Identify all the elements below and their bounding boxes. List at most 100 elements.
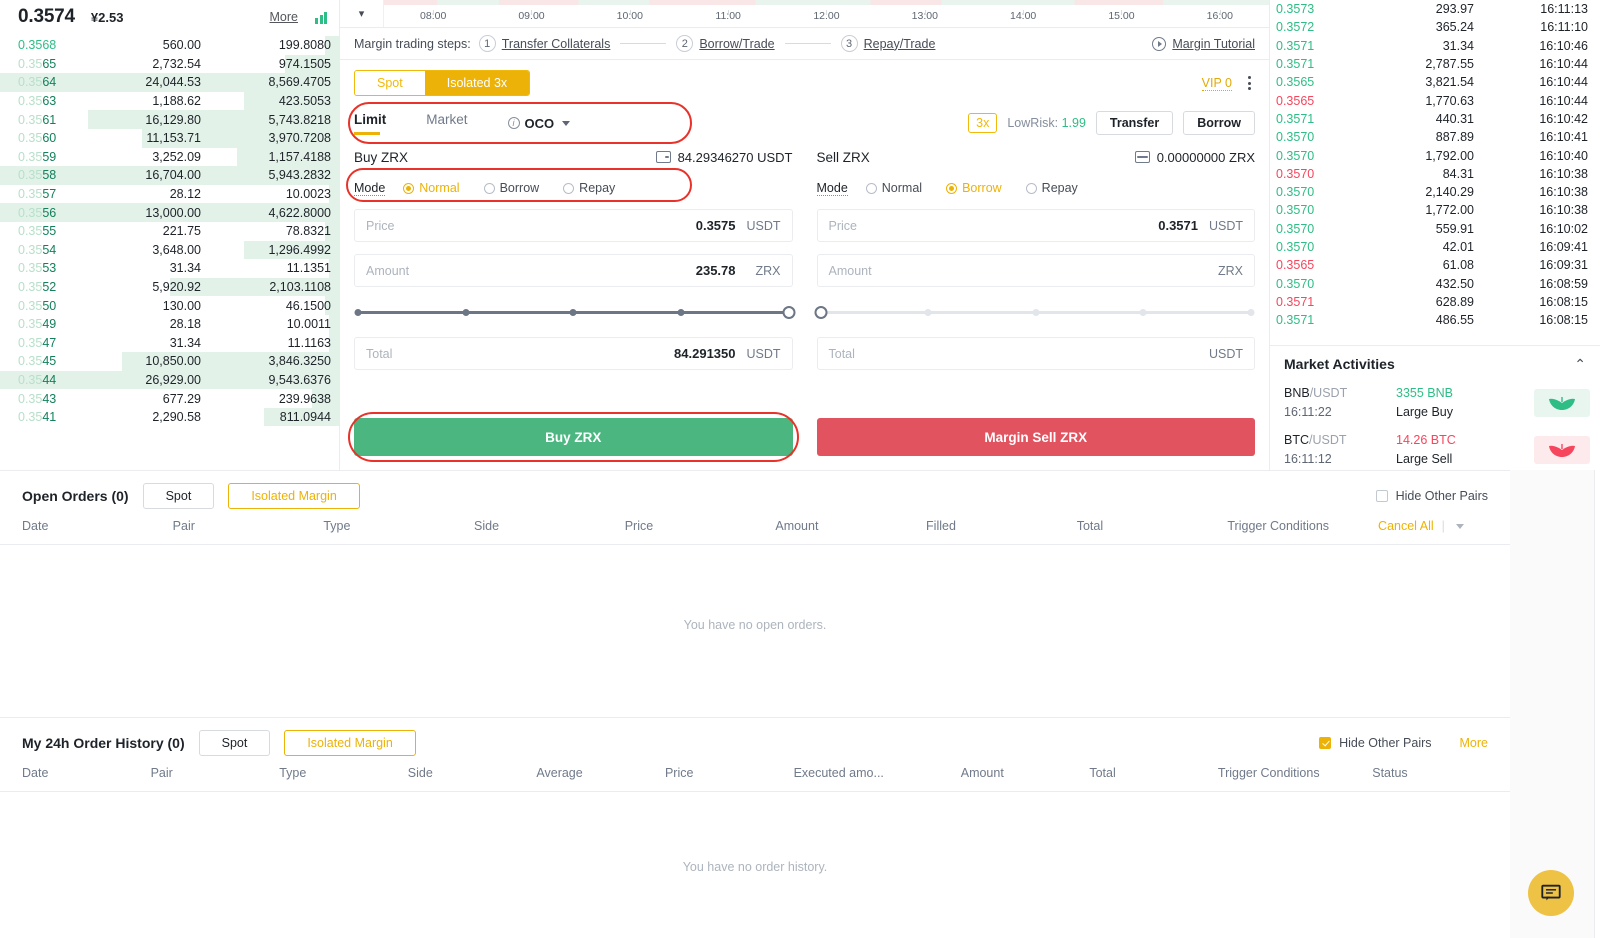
sell-balance: 0.00000000 ZRX <box>1134 150 1255 165</box>
slider-node-75[interactable] <box>1139 308 1147 316</box>
order-book-row[interactable]: 0.3541 2,290.58 811.0944 <box>0 407 339 427</box>
depth-chart-icon[interactable] <box>315 11 327 24</box>
slider-node-100[interactable] <box>1247 308 1255 316</box>
buy-total-field[interactable]: Total 84.291350 USDT <box>354 337 793 370</box>
order-book-row[interactable]: 0.3555 221.75 78.8321 <box>0 221 339 241</box>
order-book-row[interactable]: 0.3544 26,929.00 9,543.6376 <box>0 370 339 390</box>
trade-row[interactable]: 0.3571 2,787.55 16:10:44 <box>1270 55 1600 73</box>
buy-amount-slider[interactable] <box>354 299 795 325</box>
trade-row[interactable]: 0.3570 84.31 16:10:38 <box>1270 165 1600 183</box>
open-orders-tab-isolated-margin[interactable]: Isolated Margin <box>228 483 360 509</box>
order-book-row[interactable]: 0.3560 11,153.71 3,970.7208 <box>0 128 339 148</box>
vip-level[interactable]: VIP 0 <box>1201 76 1232 91</box>
step-link-repay-trade[interactable]: Repay/Trade <box>864 37 936 51</box>
order-book-row[interactable]: 0.3549 28.18 10.0011 <box>0 314 339 334</box>
buy-mode-normal[interactable]: Normal <box>403 181 460 195</box>
sell-mode-repay[interactable]: Repay <box>1025 181 1078 195</box>
trade-row[interactable]: 0.3565 61.08 16:09:31 <box>1270 256 1600 274</box>
tab-spot[interactable]: Spot <box>355 71 425 95</box>
more-options-icon[interactable] <box>1244 74 1255 92</box>
slider-node-25[interactable] <box>924 308 932 316</box>
sell-mode-normal[interactable]: Normal <box>865 181 922 195</box>
order-history-tab-spot[interactable]: Spot <box>198 730 271 756</box>
leverage-badge[interactable]: 3x <box>968 113 998 133</box>
transfer-button[interactable]: Transfer <box>1095 111 1174 135</box>
order-book-row[interactable]: 0.3568 560.00 199.8080 <box>0 36 339 55</box>
trade-row[interactable]: 0.3573 293.97 16:11:13 <box>1270 0 1600 18</box>
market-activity-row[interactable]: BNB/USDT 16:11:22 3355 BNB Large Buy <box>1270 380 1600 427</box>
order-book-row[interactable]: 0.3561 16,129.80 5,743.8218 <box>0 110 339 129</box>
trade-row[interactable]: 0.3565 3,821.54 16:10:44 <box>1270 73 1600 91</box>
order-book-row[interactable]: 0.3556 13,000.00 4,622.8000 <box>0 203 339 222</box>
slider-node-50[interactable] <box>1032 308 1040 316</box>
buy-submit-button[interactable]: Buy ZRX <box>354 418 793 456</box>
order-history-more-link[interactable]: More <box>1460 736 1488 750</box>
buy-price-field[interactable]: Price 0.3575 USDT <box>354 209 793 242</box>
order-book-row[interactable]: 0.3547 31.34 11.1163 <box>0 333 339 353</box>
market-activity-row[interactable]: BTC/USDT 16:11:12 14.26 BTC Large Sell <box>1270 427 1600 474</box>
sell-price-field[interactable]: Price 0.3571 USDT <box>816 209 1255 242</box>
order-history-tab-isolated-margin[interactable]: Isolated Margin <box>284 730 416 756</box>
sell-total-field[interactable]: Total USDT <box>816 337 1255 370</box>
borrow-button[interactable]: Borrow <box>1183 111 1255 135</box>
col-status: Status <box>1372 766 1408 780</box>
order-history-hide-other-pairs[interactable]: Hide Other Pairs <box>1319 736 1432 750</box>
market-mode-switch[interactable]: Spot Isolated 3x <box>354 70 531 96</box>
right-scrollbar[interactable] <box>1594 470 1600 938</box>
trade-row[interactable]: 0.3570 1,792.00 16:10:40 <box>1270 146 1600 164</box>
order-book-more-link[interactable]: More <box>270 10 298 24</box>
step-link-transfer-collaterals[interactable]: Transfer Collaterals <box>502 37 611 51</box>
order-book-row[interactable]: 0.3554 3,648.00 1,296.4992 <box>0 240 339 260</box>
order-book-row[interactable]: 0.3565 2,732.54 974.1505 <box>0 54 339 74</box>
step-link-borrow-trade[interactable]: Borrow/Trade <box>699 37 774 51</box>
order-book-row[interactable]: 0.3545 10,850.00 3,846.3250 <box>0 352 339 371</box>
slider-knob[interactable] <box>782 305 795 319</box>
trade-row[interactable]: 0.3570 887.89 16:10:41 <box>1270 128 1600 146</box>
chat-support-button[interactable] <box>1528 870 1574 916</box>
tab-oco[interactable]: i OCO <box>507 116 571 131</box>
chart-collapse-icon[interactable]: ▾ <box>340 0 384 27</box>
trade-row[interactable]: 0.3570 559.91 16:10:02 <box>1270 220 1600 238</box>
buy-amount-field[interactable]: Amount 235.78 ZRX <box>354 254 793 287</box>
collapse-icon[interactable]: ⌃ <box>1574 357 1586 371</box>
buy-mode-repay[interactable]: Repay <box>563 181 615 195</box>
order-book-row[interactable]: 0.3543 677.29 239.9638 <box>0 389 339 408</box>
trade-row[interactable]: 0.3572 365.24 16:11:10 <box>1270 18 1600 36</box>
tab-limit[interactable]: Limit <box>354 112 386 135</box>
trade-row[interactable]: 0.3565 1,770.63 16:10:44 <box>1270 91 1600 109</box>
slider-node-25[interactable] <box>462 308 470 316</box>
open-orders-hide-other-pairs[interactable]: Hide Other Pairs <box>1375 489 1488 503</box>
row-total: 5,743.8218 <box>268 112 331 127</box>
order-book-row[interactable]: 0.3558 16,704.00 5,943.2832 <box>0 166 339 185</box>
trade-row[interactable]: 0.3570 432.50 16:08:59 <box>1270 274 1600 292</box>
trade-row[interactable]: 0.3570 42.01 16:09:41 <box>1270 238 1600 256</box>
sell-submit-button[interactable]: Margin Sell ZRX <box>816 418 1255 456</box>
order-book-row[interactable]: 0.3557 28.12 10.0023 <box>0 184 339 204</box>
trade-row[interactable]: 0.3571 486.55 16:08:15 <box>1270 311 1600 329</box>
order-book-row[interactable]: 0.3552 5,920.92 2,103.1108 <box>0 277 339 297</box>
order-book-row[interactable]: 0.3564 24,044.53 8,569.4705 <box>0 73 339 92</box>
buy-mode-borrow[interactable]: Borrow <box>483 181 539 195</box>
open-orders-tab-spot[interactable]: Spot <box>142 483 215 509</box>
trade-row[interactable]: 0.3570 1,772.00 16:10:38 <box>1270 201 1600 219</box>
order-book-row[interactable]: 0.3553 31.34 11.1351 <box>0 259 339 278</box>
slider-node-75[interactable] <box>677 308 685 316</box>
margin-tutorial-link[interactable]: Margin Tutorial <box>1152 36 1255 51</box>
sell-amount-field[interactable]: Amount ZRX <box>816 254 1255 287</box>
tab-market[interactable]: Market <box>426 112 467 135</box>
sell-mode-borrow[interactable]: Borrow <box>946 181 1002 195</box>
trade-row[interactable]: 0.3570 2,140.29 16:10:38 <box>1270 183 1600 201</box>
order-book-row[interactable]: 0.3550 130.00 46.1500 <box>0 296 339 315</box>
chevron-down-icon[interactable] <box>1455 523 1464 529</box>
slider-node-50[interactable] <box>569 308 577 316</box>
order-book-row[interactable]: 0.3563 1,188.62 423.5053 <box>0 91 339 111</box>
cancel-all-button[interactable]: Cancel All <box>1378 519 1434 533</box>
trade-row[interactable]: 0.3571 440.31 16:10:42 <box>1270 110 1600 128</box>
sell-amount-slider[interactable] <box>814 299 1255 325</box>
slider-knob[interactable] <box>814 305 827 319</box>
trade-row[interactable]: 0.3571 628.89 16:08:15 <box>1270 293 1600 311</box>
order-book-row[interactable]: 0.3559 3,252.09 1,157.4188 <box>0 147 339 167</box>
slider-node-0[interactable] <box>354 308 362 316</box>
tab-isolated-margin[interactable]: Isolated 3x <box>424 71 530 95</box>
trade-row[interactable]: 0.3571 31.34 16:10:46 <box>1270 37 1600 55</box>
